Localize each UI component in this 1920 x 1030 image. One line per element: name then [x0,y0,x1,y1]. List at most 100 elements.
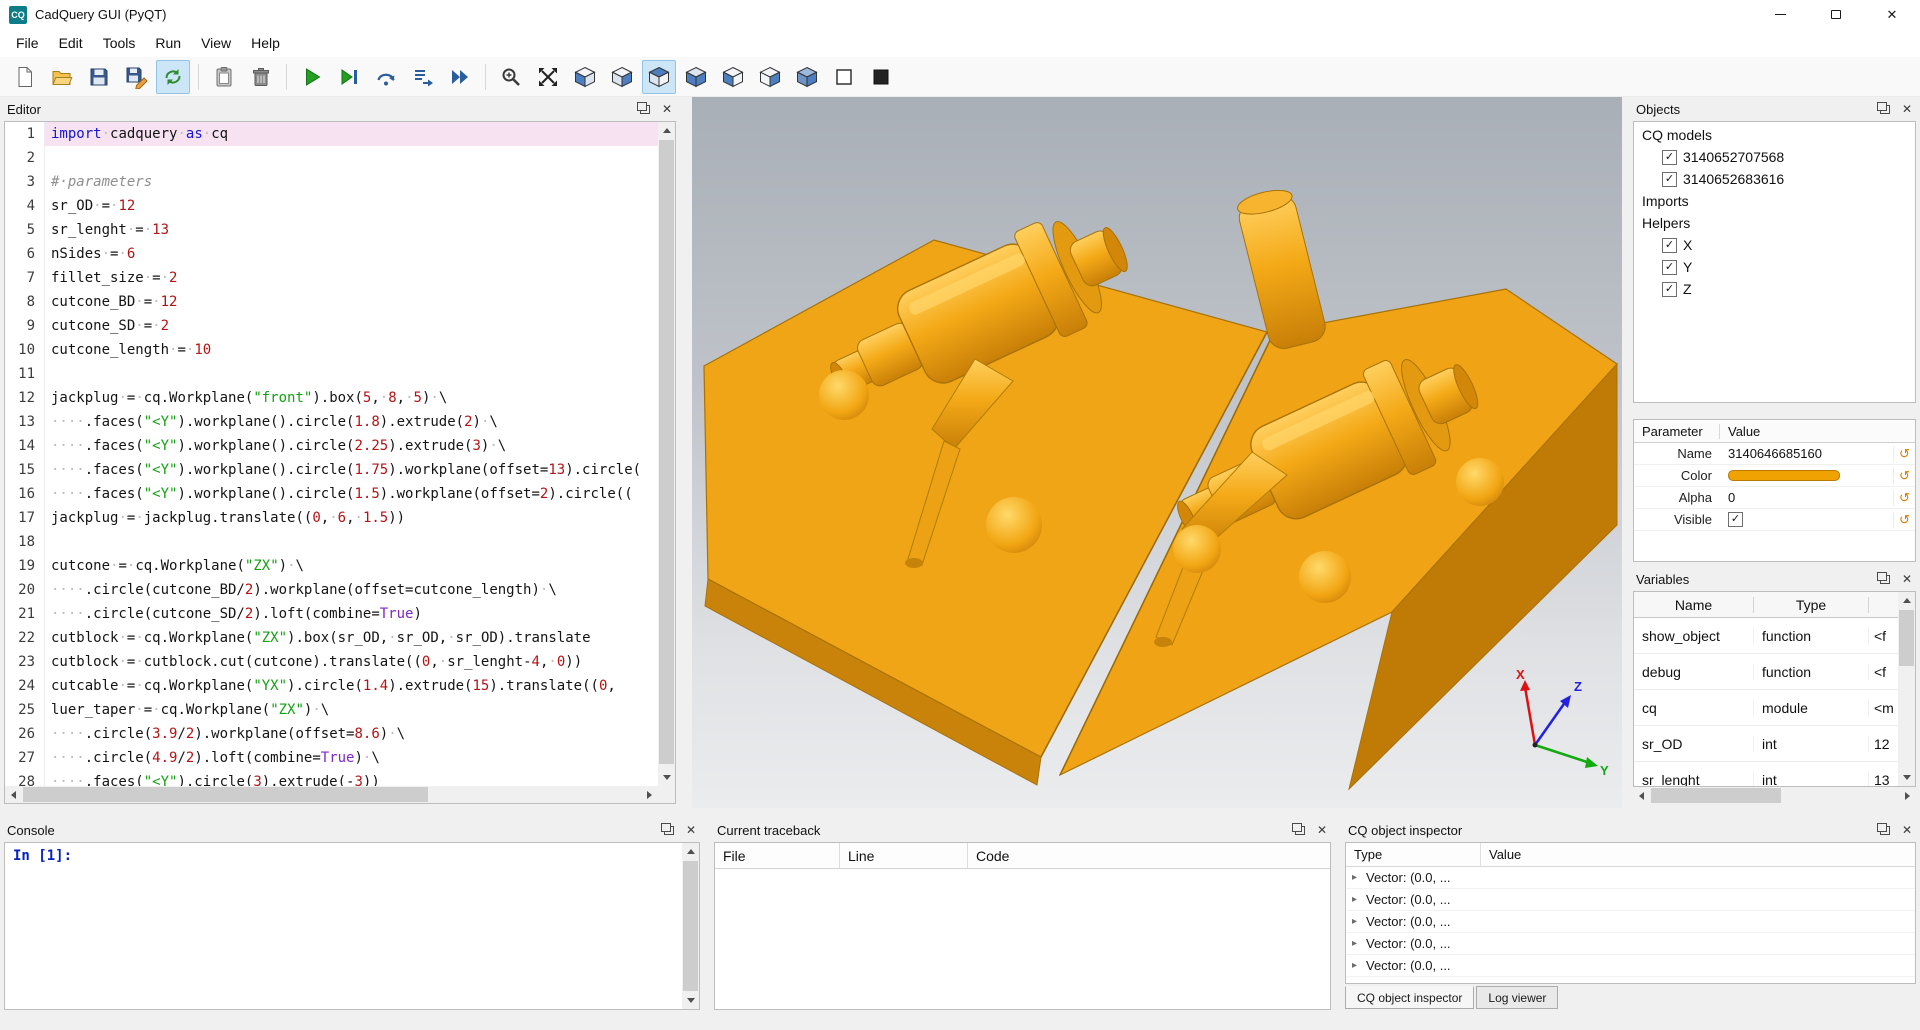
fit-view-button[interactable] [531,60,565,94]
code-line-23[interactable]: 23cutblock·=·cutblock.cut(cutcone).trans… [5,650,658,674]
code-line-26[interactable]: 26····.circle(3.9/2).workplane(offset=8.… [5,722,658,746]
console-output[interactable]: In [1]: [4,842,700,1010]
name-column-header[interactable]: Name [1634,597,1754,613]
code-line-10[interactable]: 10cutcone_length·=·10 [5,338,658,362]
inspector-row[interactable]: ▸Vector: (0.0, ... [1346,867,1915,889]
code-column-header[interactable]: Code [968,843,1330,868]
code-line-14[interactable]: 14····.faces("<Y").workplane().circle(2.… [5,434,658,458]
open-file-button[interactable] [45,60,79,94]
tab-log-viewer[interactable]: Log viewer [1476,986,1558,1009]
tree-item-z[interactable]: ✓Z [1634,278,1915,300]
maximize-button[interactable] [1808,0,1864,29]
code-line-24[interactable]: 24cutcable·=·cq.Workplane("YX").circle(1… [5,674,658,698]
param-row-name[interactable]: Name3140646685160↺ [1634,443,1915,465]
type-column-header[interactable]: Type [1346,843,1481,866]
menu-tools[interactable]: Tools [93,31,146,55]
value-column-header[interactable]: Value [1481,843,1915,866]
variable-row-debug[interactable]: debugfunction<f [1634,654,1898,690]
visible-checkbox[interactable]: ✓ [1728,512,1743,527]
minimize-button[interactable] [1752,0,1808,29]
tab-cq-object-inspector[interactable]: CQ object inspector [1345,986,1474,1009]
code-line-12[interactable]: 12jackplug·=·cq.Workplane("front").box(5… [5,386,658,410]
expander-icon[interactable]: ▸ [1352,938,1366,949]
code-line-20[interactable]: 20····.circle(cutcone_BD/2).workplane(of… [5,578,658,602]
code-line-28[interactable]: 28····.faces("<Y").circle(3).extrude(-3)… [5,770,658,786]
float-panel-icon[interactable] [1295,826,1305,835]
code-line-11[interactable]: 11 [5,362,658,386]
expander-icon[interactable]: ▸ [1352,872,1366,883]
step-button[interactable] [369,60,403,94]
checkbox[interactable]: ✓ [1662,282,1677,297]
view-left-button[interactable] [716,60,750,94]
code-line-5[interactable]: 5sr_lenght·=·13 [5,218,658,242]
close-panel-icon[interactable]: ✕ [686,824,696,836]
tree-item-helpers[interactable]: Helpers [1634,212,1915,234]
menu-view[interactable]: View [191,31,241,55]
view-front-button[interactable] [568,60,602,94]
reset-icon[interactable]: ↺ [1893,490,1915,506]
save-button[interactable] [82,60,116,94]
inspector-row[interactable]: ▸Vector: (0.0, ... [1346,955,1915,977]
float-panel-icon[interactable] [1880,105,1890,114]
param-row-visible[interactable]: Visible✓↺ [1634,509,1915,531]
param-row-color[interactable]: Color↺ [1634,465,1915,487]
parameter-column-header[interactable]: Parameter [1634,424,1720,439]
zoom-to-fit-button[interactable] [494,60,528,94]
code-line-4[interactable]: 4sr_OD·=·12 [5,194,658,218]
editor-vertical-scrollbar[interactable] [658,122,675,786]
code-line-8[interactable]: 8cutcone_BD·=·12 [5,290,658,314]
float-panel-icon[interactable] [640,105,650,114]
close-panel-icon[interactable]: ✕ [1317,824,1327,836]
expander-icon[interactable]: ▸ [1352,916,1366,927]
code-line-25[interactable]: 25luer_taper·=·cq.Workplane("ZX")·\ [5,698,658,722]
variables-horizontal-scrollbar[interactable] [1633,787,1916,804]
tree-item-3140652683616[interactable]: ✓3140652683616 [1634,168,1915,190]
3d-viewport[interactable]: X Z Y [692,97,1622,808]
code-line-15[interactable]: 15····.faces("<Y").workplane().circle(1.… [5,458,658,482]
code-line-27[interactable]: 27····.circle(4.9/2).loft(combine=True)·… [5,746,658,770]
param-row-alpha[interactable]: Alpha0↺ [1634,487,1915,509]
code-line-19[interactable]: 19cutcone·=·cq.Workplane("ZX")·\ [5,554,658,578]
view-bottom-button[interactable] [679,60,713,94]
code-line-9[interactable]: 9cutcone_SD·=·2 [5,314,658,338]
close-panel-icon[interactable]: ✕ [1902,824,1912,836]
type-column-header[interactable]: Type [1754,597,1869,613]
checkbox[interactable]: ✓ [1662,172,1677,187]
code-line-3[interactable]: 3#·parameters [5,170,658,194]
variable-row-cq[interactable]: cqmodule<m [1634,690,1898,726]
close-panel-icon[interactable]: ✕ [1902,103,1912,115]
step-next-button[interactable] [406,60,440,94]
tree-item-x[interactable]: ✓X [1634,234,1915,256]
close-button[interactable]: ✕ [1864,0,1920,29]
float-panel-icon[interactable] [1880,575,1890,584]
view-top-button[interactable] [642,60,676,94]
code-line-2[interactable]: 2 [5,146,658,170]
float-panel-icon[interactable] [1880,826,1890,835]
debug-button[interactable] [332,60,366,94]
menu-file[interactable]: File [6,31,49,55]
code-line-18[interactable]: 18 [5,530,658,554]
code-line-16[interactable]: 16····.faces("<Y").workplane().circle(1.… [5,482,658,506]
tree-item-3140652707568[interactable]: ✓3140652707568 [1634,146,1915,168]
reset-icon[interactable]: ↺ [1893,512,1915,528]
line-column-header[interactable]: Line [840,843,968,868]
console-vertical-scrollbar[interactable] [682,843,699,1009]
autoreload-button[interactable] [156,60,190,94]
save-as-button[interactable] [119,60,153,94]
view-right-button[interactable] [753,60,787,94]
code-line-17[interactable]: 17jackplug·=·jackplug.translate((0,·6,·1… [5,506,658,530]
color-swatch[interactable] [1728,470,1840,481]
close-panel-icon[interactable]: ✕ [662,103,672,115]
view-back-button[interactable] [605,60,639,94]
tree-item-y[interactable]: ✓Y [1634,256,1915,278]
wireframe-button[interactable] [827,60,861,94]
menu-run[interactable]: Run [145,31,191,55]
reset-icon[interactable]: ↺ [1893,446,1915,462]
variable-row-sr_OD[interactable]: sr_ODint12 [1634,726,1898,762]
reset-icon[interactable]: ↺ [1893,468,1915,484]
code-line-22[interactable]: 22cutblock·=·cq.Workplane("ZX").box(sr_O… [5,626,658,650]
menu-help[interactable]: Help [241,31,290,55]
code-line-13[interactable]: 13····.faces("<Y").workplane().circle(1.… [5,410,658,434]
code-line-21[interactable]: 21····.circle(cutcone_SD/2).loft(combine… [5,602,658,626]
delete-button[interactable] [244,60,278,94]
